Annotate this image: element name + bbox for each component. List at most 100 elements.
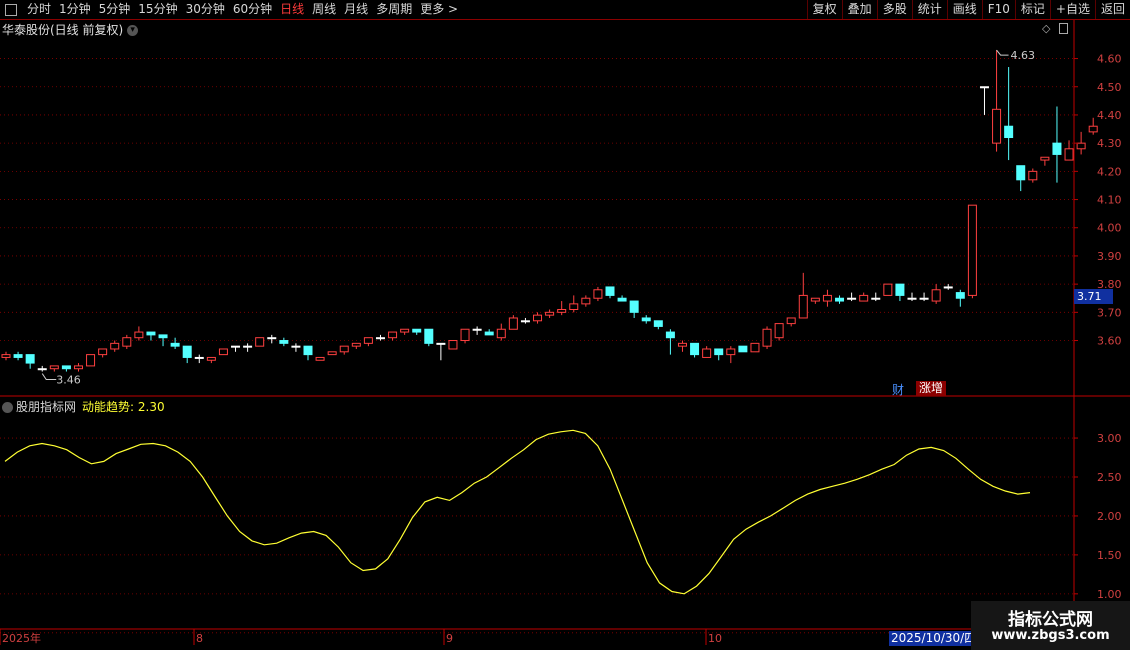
y-tick-label: 4.20 (1097, 165, 1122, 178)
candle-body (291, 345, 301, 348)
candle-body (86, 354, 96, 367)
y-tick-label: 4.50 (1097, 81, 1122, 94)
candle-body (448, 340, 458, 350)
candle-body (279, 340, 289, 344)
period-tab[interactable]: 周线 (308, 0, 340, 19)
candle-body (883, 283, 893, 296)
candle-body (1052, 142, 1062, 155)
period-tabs: 分时 1分钟 5分钟 15分钟 30分钟 60分钟 日线 周线 月线 多周期 更多 > (23, 0, 462, 19)
x-tick-label: 9 (446, 632, 453, 645)
candle-body (943, 286, 953, 289)
period-toolbar: 分时 1分钟 5分钟 15分钟 30分钟 60分钟 日线 周线 月线 多周期 更多 > 复权 叠加 多股… (0, 0, 1130, 20)
period-tab[interactable]: 日线 (276, 0, 308, 19)
indicator-value: 动能趋势: 2.30 (82, 400, 165, 414)
toolbar-button[interactable]: 复权 (806, 0, 842, 19)
candle-body (750, 342, 760, 353)
y-tick-label: 4.00 (1097, 222, 1122, 235)
candle-body (98, 348, 108, 356)
candle-body (243, 345, 253, 348)
indicator-title: 股朋指标网 动能趋势: 2.30 (2, 398, 165, 415)
candle-body (351, 342, 361, 347)
current-price-box: 3.71 (1074, 289, 1113, 304)
candle-body (484, 331, 494, 336)
toolbar-button[interactable]: 标记 (1014, 0, 1050, 19)
candle-body (49, 365, 59, 370)
period-tab[interactable]: 多周期 (372, 0, 416, 19)
candle-body (206, 356, 216, 361)
candle-body (1004, 125, 1014, 139)
x-tick-label: 10 (708, 632, 722, 645)
candle-body (931, 289, 941, 302)
y-tick-label: 3.70 (1097, 306, 1122, 319)
dropdown-circle-icon[interactable]: ▾ (127, 25, 139, 36)
candle-body (1088, 125, 1098, 133)
action-buttons: 复权 叠加 多股 统计 画线 F10 标记 +自选 返回 (806, 0, 1130, 19)
toolbar-button[interactable]: 画线 (946, 0, 982, 19)
candle-body (1040, 156, 1050, 161)
candle-body (822, 294, 832, 302)
main-title-text: 华泰股份(日线 前复权) (2, 23, 124, 37)
candle-body (25, 354, 35, 364)
candle-body (774, 323, 784, 339)
candle-body (967, 204, 977, 296)
period-tab[interactable]: 1分钟 (55, 0, 95, 19)
indicator-menu-icon[interactable] (2, 402, 13, 413)
candle-body (835, 297, 845, 302)
y-tick-label: 1.50 (1097, 549, 1122, 562)
watermark-url: www.zbgs3.com (991, 628, 1110, 643)
candle-body (798, 294, 808, 319)
candle-body (545, 311, 555, 316)
candle-body (605, 286, 615, 296)
period-tab[interactable]: 15分钟 (134, 0, 181, 19)
watermark: 指标公式网 www.zbgs3.com (971, 601, 1130, 650)
candle-body (702, 348, 712, 358)
candle-body (73, 365, 83, 370)
candle-body (303, 345, 313, 356)
candle-body (533, 314, 543, 322)
candle-body (424, 328, 434, 344)
panel-icon[interactable] (1059, 23, 1068, 34)
candle-body (847, 297, 857, 300)
diamond-icon[interactable]: ◇ (1042, 22, 1050, 35)
kline-chart: 3.46 4.63 4.60 4.50 4.40 4.30 4.20 4.10 4.00 3.9… (0, 20, 1130, 650)
period-tab[interactable]: 更多 > (416, 0, 462, 19)
candle-body (61, 365, 71, 370)
period-tab[interactable]: 60分钟 (229, 0, 276, 19)
candle-body (194, 356, 204, 359)
period-tab[interactable]: 分时 (23, 0, 55, 19)
candle-body (979, 86, 989, 89)
candle-body (810, 297, 820, 302)
candle-body (436, 342, 446, 345)
toolbar-button[interactable]: 多股 (876, 0, 912, 19)
toolbar-button[interactable]: F10 (981, 0, 1015, 19)
finance-badge[interactable]: 财 (892, 381, 904, 398)
candle-body (690, 342, 700, 356)
candle-body (122, 337, 132, 347)
candle-body (738, 345, 748, 353)
y-tick-label: 4.60 (1097, 53, 1122, 66)
period-tab[interactable]: 月线 (340, 0, 372, 19)
candle-body (919, 297, 929, 300)
candle-body (363, 337, 373, 344)
high-marker (996, 49, 1009, 56)
candle-body (375, 337, 385, 340)
candle-body (110, 342, 120, 350)
candle-body (581, 297, 591, 305)
period-tab[interactable]: 30分钟 (182, 0, 229, 19)
toolbar-button[interactable]: 统计 (911, 0, 947, 19)
y-tick-label: 3.60 (1097, 335, 1122, 348)
chart-title: 华泰股份(日线 前复权) ▾ (2, 21, 139, 38)
high-label: 4.63 (1011, 49, 1036, 62)
y-tick-label: 3.90 (1097, 250, 1122, 263)
toolbar-button[interactable]: 返回 (1094, 0, 1130, 19)
candle-body (665, 331, 675, 339)
increase-badge[interactable]: 涨增 (916, 381, 947, 396)
toolbar-button[interactable]: +自选 (1049, 0, 1095, 19)
candle-body (170, 342, 180, 347)
window-icon[interactable] (5, 3, 17, 16)
x-tick-label: 8 (196, 632, 203, 645)
period-tab[interactable]: 5分钟 (95, 0, 135, 19)
candle-body (134, 331, 144, 339)
toolbar-button[interactable]: 叠加 (841, 0, 877, 19)
candle-body (339, 345, 349, 353)
